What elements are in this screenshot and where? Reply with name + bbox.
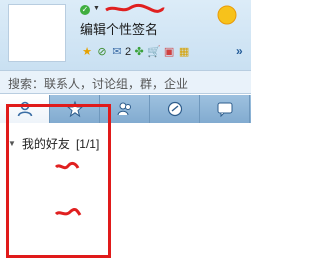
clover-icon[interactable]: ✤ [132,45,146,59]
profile-header: ✓ ▼ 编辑个性签名 ★ ⊘ ✉ 2 ✤ 🛒 ▣ ▦ » [0,0,251,70]
expand-arrow-icon[interactable]: ▼ [8,139,16,148]
main-tabs [0,95,251,123]
qzone-icon[interactable]: ⊘ [95,45,109,59]
tab-zone[interactable] [150,95,200,123]
qzone-tab-icon [167,101,182,117]
chat-bubble-icon [217,102,232,118]
tab-recent[interactable] [200,95,250,123]
search-input[interactable]: 搜索：联系人，讨论组，群，企业 [8,75,188,92]
mail-icon[interactable]: ✉ [110,45,124,59]
group-people-icon [117,102,131,116]
tab-contacts[interactable] [0,95,50,123]
star-outline-icon [66,100,83,118]
star-icon[interactable]: ★ [80,45,94,59]
person-icon [17,101,32,117]
avatar[interactable] [8,4,66,62]
search-bar[interactable]: 搜索：联系人，讨论组，群，企业 [0,70,251,94]
redacted-nickname [105,3,165,13]
tab-groups[interactable] [100,95,150,123]
status-dropdown-arrow[interactable]: ▼ [93,5,100,12]
online-status-icon[interactable]: ✓ [80,5,90,15]
weather-sun-icon[interactable] [214,2,240,28]
signature-text[interactable]: 编辑个性签名 [80,19,158,38]
friend-group-header[interactable]: ▼ 我的好友 [1/1] [8,135,99,152]
shopping-cart-icon[interactable]: 🛒 [147,45,161,59]
redacted-contact-signature [54,207,82,216]
app-toolbar: ★ ⊘ ✉ 2 ✤ 🛒 ▣ ▦ [80,44,191,60]
more-apps-button[interactable]: » [236,44,243,58]
redacted-contact-name [54,161,80,170]
grid-apps-icon[interactable]: ▦ [177,45,191,59]
mail-count: 2 [125,46,132,58]
group-label: 我的好友 [21,137,70,151]
wallet-icon[interactable]: ▣ [162,45,176,59]
tab-favorites[interactable] [50,95,100,123]
group-count: [1/1] [75,136,100,151]
